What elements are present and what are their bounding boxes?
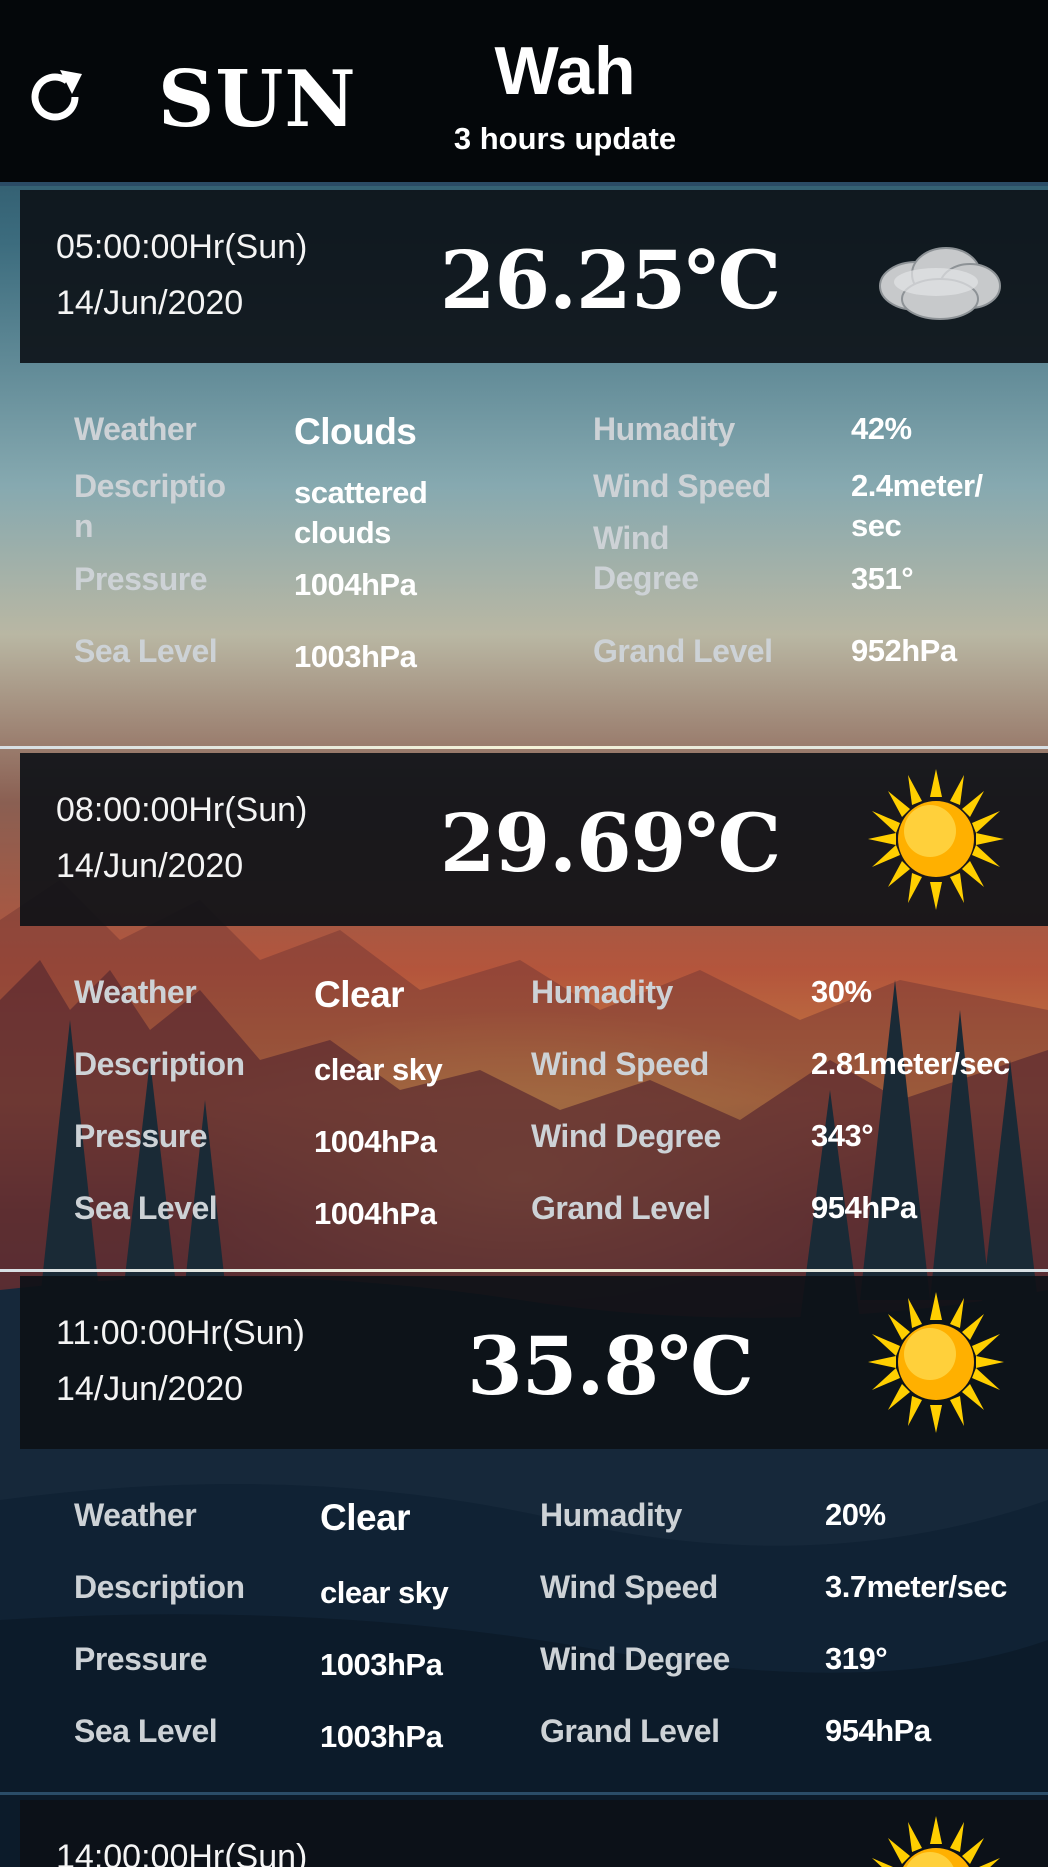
weather-value: Clear [320,1497,411,1538]
forecast-temperature: 26.25℃ [439,233,781,327]
humidity-label: Humadity [540,1497,682,1533]
wind-speed-label: Wind Speed [540,1569,718,1605]
forecast-date: 14/Jun/2020 [56,284,244,322]
card-divider [0,746,1048,749]
forecast-time: 08:00:00Hr(Sun) [56,791,308,829]
forecast-card: 05:00:00Hr(Sun) 14/Jun/2020 26.25℃ Weath… [0,190,1048,745]
forecast-time: 14:00:00Hr(Sun) [56,1838,308,1867]
grand-level-value: 954hPa [811,1190,917,1225]
description-label: Description [74,1046,245,1082]
wind-speed-value: 2.4meter/ sec [851,468,983,543]
forecast-temperature: 35.8℃ [467,1319,754,1413]
sea-level-label: Sea Level [74,633,218,669]
humidity-value: 42% [851,411,912,446]
grand-level-value: 954hPa [825,1713,931,1748]
wind-degree-value: 351° [851,561,914,596]
pressure-value: 1003hPa [320,1647,443,1682]
weather-label: Weather [74,1497,197,1533]
forecast-header: 05:00:00Hr(Sun) 14/Jun/2020 26.25℃ [20,190,1048,363]
pressure-label: Pressure [74,561,207,597]
weather-value: Clouds [294,411,417,452]
wind-degree-label: Wind Degree [593,520,699,596]
sun-icon [866,767,1006,912]
wind-degree-label: Wind Degree [540,1641,730,1677]
forecast-date: 14/Jun/2020 [56,1370,244,1408]
weather-value: Clear [314,974,405,1015]
weather-label: Weather [74,974,197,1010]
grand-level-label: Grand Level [540,1713,720,1749]
humidity-value: 20% [825,1497,886,1532]
wind-speed-label: Wind Speed [531,1046,709,1082]
wind-speed-value: 3.7meter/sec [825,1569,1007,1604]
day-label: SUN [158,54,357,145]
pressure-label: Pressure [74,1641,207,1677]
description-label: Descriptio n [74,468,226,544]
forecast-card: 14:00:00Hr(Sun) [0,1800,1048,1867]
description-value: clear sky [314,1052,443,1087]
sun-icon [866,1814,1006,1867]
pressure-value: 1004hPa [294,567,417,602]
city-name: Wah [494,33,636,109]
sea-level-label: Sea Level [74,1713,218,1749]
wind-speed-label: Wind Speed [593,468,771,504]
sea-level-label: Sea Level [74,1190,218,1226]
grand-level-value: 952hPa [851,633,957,668]
wind-degree-value: 319° [825,1641,888,1676]
forecast-header: 11:00:00Hr(Sun) 14/Jun/2020 35.8℃ [20,1276,1048,1449]
pressure-label: Pressure [74,1118,207,1154]
header-divider [0,182,1048,186]
humidity-label: Humadity [531,974,673,1010]
humidity-value: 30% [811,974,872,1009]
humidity-label: Humadity [593,411,735,447]
sea-level-value: 1004hPa [314,1196,437,1231]
sun-icon [866,1290,1006,1435]
wind-degree-value: 343° [811,1118,874,1153]
pressure-value: 1004hPa [314,1124,437,1159]
card-divider [0,1269,1048,1272]
weather-label: Weather [74,411,197,447]
forecast-card: 08:00:00Hr(Sun) 14/Jun/2020 29.69℃ Weath… [0,753,1048,1268]
app-header: SUN Wah 3 hours update [0,0,1048,186]
forecast-header: 14:00:00Hr(Sun) [20,1800,1048,1867]
wind-speed-value: 2.81meter/sec [811,1046,1010,1081]
forecast-time: 05:00:00Hr(Sun) [56,228,308,266]
forecast-card: 11:00:00Hr(Sun) 14/Jun/2020 35.8℃ Weathe… [0,1276,1048,1791]
description-label: Description [74,1569,245,1605]
sea-level-value: 1003hPa [320,1719,443,1754]
update-note: 3 hours update [453,121,677,156]
grand-level-label: Grand Level [593,633,773,669]
forecast-time: 11:00:00Hr(Sun) [56,1314,305,1352]
forecast-header: 08:00:00Hr(Sun) 14/Jun/2020 29.69℃ [20,753,1048,926]
description-value: clear sky [320,1575,449,1610]
forecast-temperature: 29.69℃ [439,796,781,890]
sea-level-value: 1003hPa [294,639,417,674]
cloud-icon [866,204,1006,349]
card-divider [0,1792,1048,1795]
description-value: scattered clouds [294,475,428,550]
refresh-icon[interactable] [20,62,90,132]
wind-degree-label: Wind Degree [531,1118,721,1154]
grand-level-label: Grand Level [531,1190,711,1226]
forecast-date: 14/Jun/2020 [56,847,244,885]
